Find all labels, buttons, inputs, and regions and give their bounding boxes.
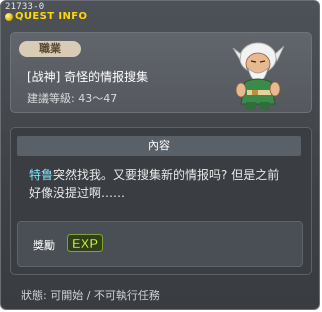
job-badge: 職業 [19,41,81,57]
window-title: QUEST INFO [15,11,88,22]
exp-label: EXP [72,236,98,251]
quest-description: 特鲁突然找我。又要搜集新的情报吗? 但是之前好像没提过啊…… [29,166,291,202]
quest-name: [战神] 奇怪的情报搜集 [27,70,149,84]
exp-icon: EXP [67,234,103,252]
recommended-level: 建議等級: 43～47 [27,92,118,105]
quest-info-window: 21733-0 QUEST INFO 職業 [战神] 奇怪的情报搜集 建議等級:… [0,0,320,310]
reward-label: 獎勵 [33,239,55,252]
title-bar[interactable]: QUEST INFO [3,11,123,25]
quest-description-body: 突然找我。又要搜集新的情报吗? 但是之前好像没提过啊…… [29,168,280,200]
reward-panel [17,221,303,267]
npc-portrait [232,42,285,110]
quest-status: 狀態: 可開始 / 不可執行任務 [21,289,160,302]
content-section-title: 內容 [17,136,301,156]
npc-name-link[interactable]: 特鲁 [29,168,53,182]
quest-dot-icon [5,13,13,21]
